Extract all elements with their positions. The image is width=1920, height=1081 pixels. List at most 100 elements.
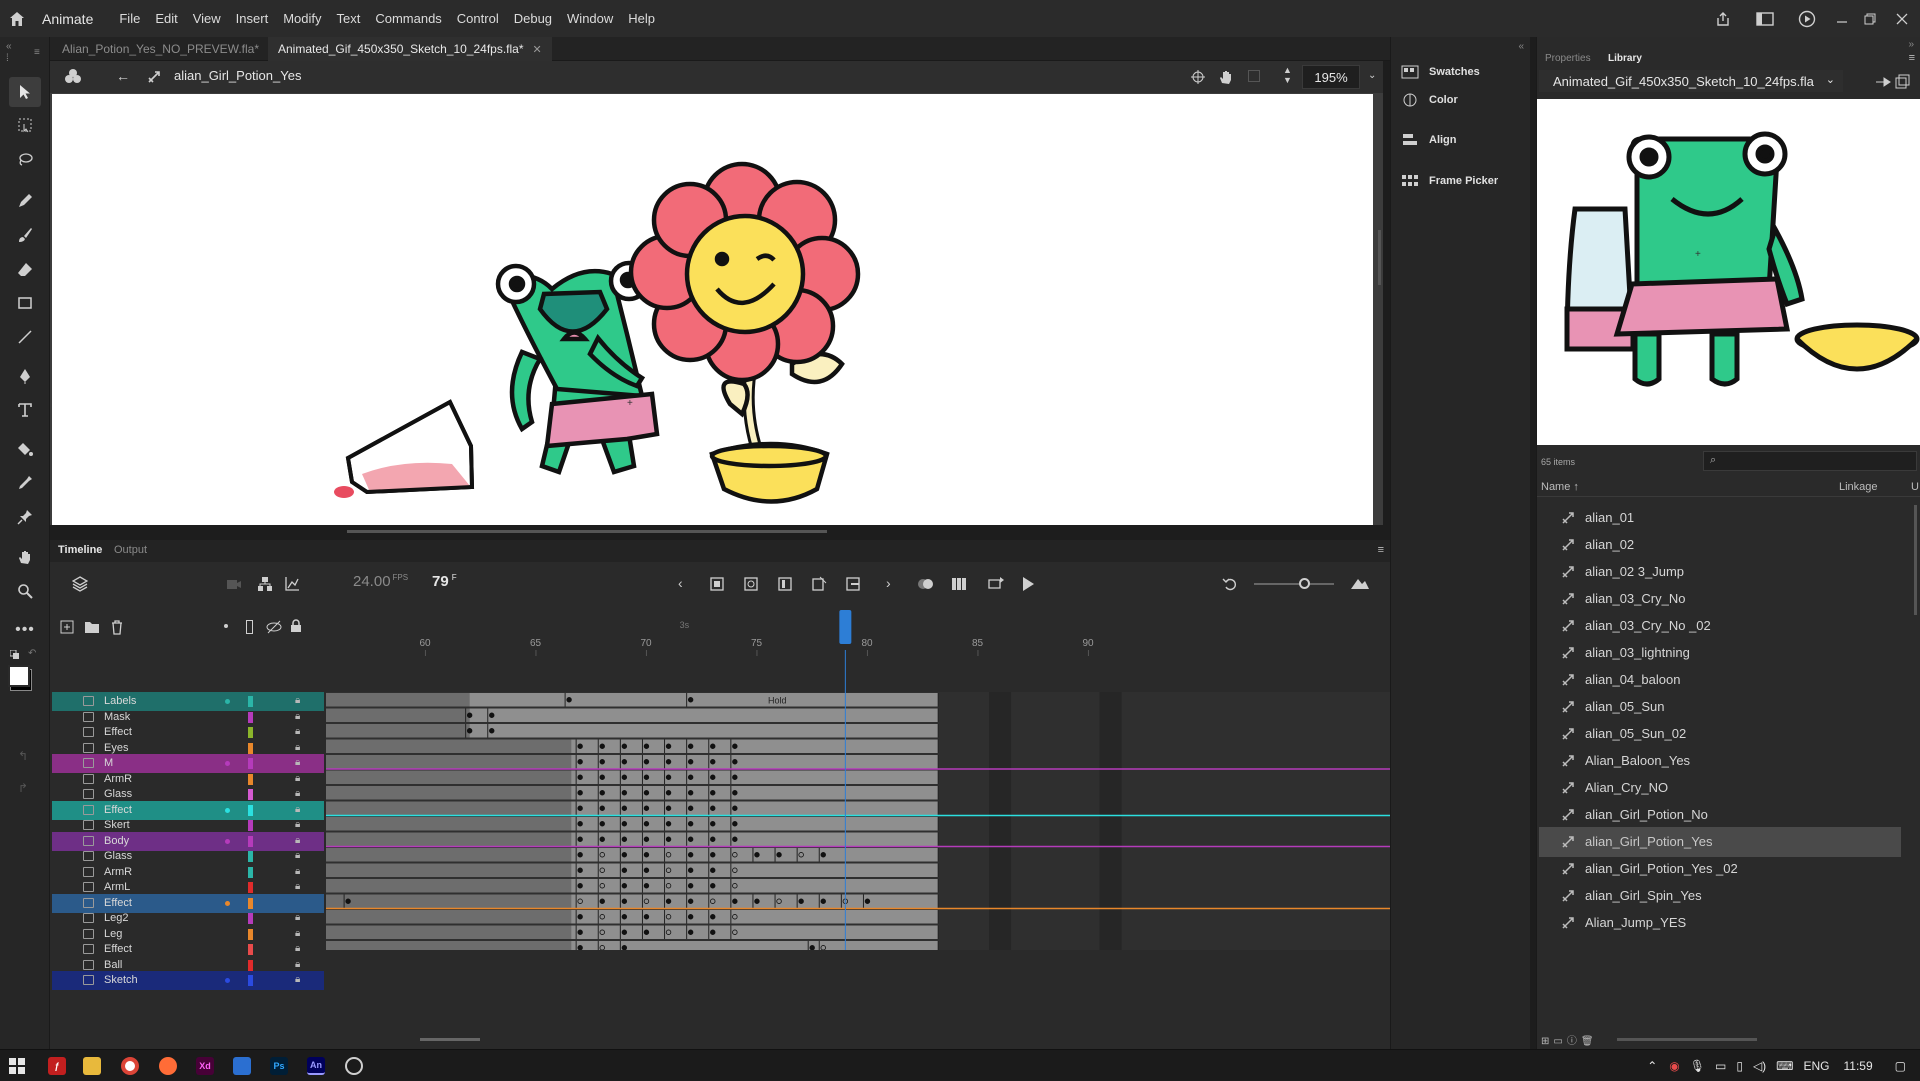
minimize-icon[interactable] [1828,13,1856,25]
lock-all-icon[interactable] [290,619,302,633]
layer-outline-color[interactable] [248,835,253,847]
layer-outline-color[interactable] [248,913,253,924]
zoom-slider-thumb[interactable] [1299,578,1310,589]
center-stage-icon[interactable] [1190,69,1206,85]
breadcrumb-symbol-name[interactable]: alian_Girl_Potion_Yes [174,68,301,83]
keyframe-dot[interactable] [710,759,716,765]
keyframe-dot[interactable] [687,883,694,889]
zoom-input[interactable]: 195% [1302,65,1360,89]
keyframe-dot[interactable] [687,867,694,873]
keyframe-dot[interactable] [732,743,738,749]
swap-colors-icon[interactable] [10,650,20,660]
keyframe-dot[interactable] [754,852,760,858]
layer-outline-color[interactable] [248,959,253,971]
keyframe-dot[interactable] [577,867,583,873]
lasso-tool-icon[interactable] [9,144,41,174]
text-tool-icon[interactable] [9,395,41,425]
layer-name[interactable]: Ball [104,959,122,971]
lock-icon[interactable]: 🔒︎ [295,866,300,877]
menu-window[interactable]: Window [567,11,613,26]
keyframe-dot[interactable] [710,852,716,858]
keyframe-dot[interactable] [489,728,495,734]
close-tab-icon[interactable]: ✕ [533,43,542,56]
keyframe-dot[interactable] [599,743,605,749]
lock-icon[interactable]: 🔒︎ [295,742,300,753]
layer-highlight-dot[interactable] [225,978,230,983]
keyframe-dot[interactable] [577,774,583,780]
keyframe-dot[interactable] [687,774,694,780]
panel-menu-icon[interactable]: ≡ [34,47,40,58]
keyframe-dot[interactable] [643,852,650,858]
delete-layer-icon[interactable] [110,619,124,635]
line-tool-icon[interactable] [9,322,41,352]
eyedropper-tool-icon[interactable] [9,468,41,498]
file-explorer-icon[interactable] [83,1057,101,1075]
new-library-panel-icon[interactable] [1895,74,1911,90]
keyframe-dot[interactable] [643,805,650,811]
keyframe-dot[interactable] [687,836,694,842]
stage-horizontal-scrollbar[interactable] [347,530,827,533]
lock-icon[interactable]: 🔒︎ [295,804,300,815]
layer-name[interactable]: Leg [104,928,122,940]
keyframe-dot[interactable] [621,852,628,858]
layer-name[interactable]: Mask [104,711,130,723]
lock-icon[interactable]: 🔒︎ [295,711,300,722]
keyframe-dot[interactable] [732,759,738,765]
chevron-down-icon[interactable]: ⌄ [1368,70,1376,81]
security-icon[interactable]: ◉ [1669,1059,1679,1073]
layer-name[interactable]: Eyes [104,742,128,754]
stage-canvas[interactable]: + [52,94,1373,525]
keyframe-dot[interactable] [621,759,628,765]
current-frame-value[interactable]: 79 [432,573,449,590]
timeline-layer-row[interactable]: Sketch 🔒︎ [52,971,324,990]
keyframe-dot[interactable] [466,728,473,734]
lock-icon[interactable]: 🔒︎ [295,912,300,923]
photos-icon[interactable] [233,1057,251,1075]
keyframe-dot[interactable] [599,790,605,796]
close-icon[interactable] [1884,13,1920,25]
battery-icon[interactable]: ▭ [1715,1059,1726,1073]
collapse-icon[interactable]: « [6,41,12,52]
panel-menu-icon[interactable]: ≡ [1909,52,1915,64]
keyframe-dot[interactable] [621,883,628,889]
keyframe-dot[interactable] [687,929,694,935]
test-movie-icon[interactable] [1786,10,1828,28]
network-icon[interactable]: ▯ [1736,1059,1743,1073]
insert-keyframe-icon[interactable] [709,576,725,592]
layer-outline-color[interactable] [248,975,253,986]
snap-icon[interactable]: ↰ [18,749,28,763]
tab-animated-gif[interactable]: Animated_Gif_450x350_Sketch_10_24fps.fla… [268,37,552,61]
keyframe-dot[interactable] [489,712,495,718]
chevron-up-icon[interactable]: ⌃ [1647,1059,1657,1073]
next-keyframe-icon[interactable]: › [886,575,891,591]
keyframe-dot[interactable] [710,836,716,842]
align-panel-button[interactable]: Align [1401,133,1457,147]
layer-name[interactable]: Skert [104,819,130,831]
keyframe-dot[interactable] [599,759,605,765]
keyframe-dot[interactable] [710,743,716,749]
photoshop-icon[interactable]: Ps [270,1057,288,1075]
highlight-layers-icon[interactable] [224,624,228,628]
free-transform-tool-icon[interactable] [9,110,41,140]
lock-icon[interactable]: 🔒︎ [295,974,300,985]
fps-value[interactable]: 24.00 [353,573,391,590]
lock-icon[interactable]: 🔒︎ [295,695,300,706]
layer-name[interactable]: M [104,757,113,769]
layer-outline-color[interactable] [248,711,253,723]
column-linkage[interactable]: Linkage [1839,481,1878,493]
keyframe-dot[interactable] [643,790,650,796]
keyframe-dot[interactable] [621,836,628,842]
keyframe-dot[interactable] [687,805,694,811]
layer-outline-color[interactable] [248,804,253,816]
color-panel-button[interactable]: Color [1401,93,1458,107]
keyframe-dot[interactable] [643,759,650,765]
library-item[interactable]: alian_02 [1539,530,1901,560]
menu-view[interactable]: View [193,11,221,26]
tab-output[interactable]: Output [114,544,147,556]
volume-icon[interactable]: ◁) [1753,1059,1766,1073]
library-item[interactable]: alian_Girl_Potion_No [1539,800,1901,830]
pen-tool-icon[interactable] [9,361,41,391]
keyframe-dot[interactable] [665,898,672,904]
camera-icon[interactable] [226,577,242,591]
library-item[interactable]: alian_03_lightning [1539,638,1901,668]
